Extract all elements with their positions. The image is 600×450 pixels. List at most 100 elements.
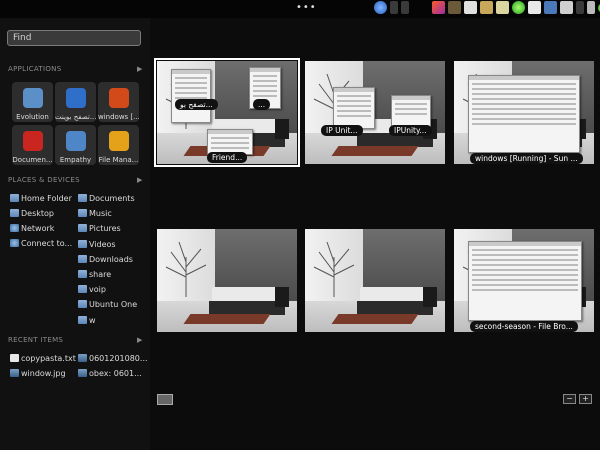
document-viewer-icon — [23, 131, 43, 151]
app-tile-0[interactable]: Evolution — [12, 82, 53, 122]
app-tile-label: Evolution — [16, 113, 49, 121]
paste-icon[interactable] — [464, 1, 477, 14]
recent-item[interactable]: window.jpg — [10, 368, 66, 379]
zoom-out-button[interactable]: − — [563, 394, 576, 404]
app-swirl-icon[interactable] — [374, 1, 387, 14]
folder-icon — [78, 209, 87, 218]
window-title-label[interactable]: IPUnity... — [389, 125, 432, 136]
place-item-label: Videos — [89, 239, 116, 249]
window-preview[interactable] — [391, 95, 431, 127]
image-file-icon — [78, 369, 87, 377]
place-item[interactable]: Connect to... — [10, 238, 72, 249]
network-green-icon[interactable] — [512, 1, 525, 14]
place-item-label: Home Folder — [21, 194, 72, 203]
chat-icon[interactable] — [576, 1, 584, 14]
place-item[interactable]: Ubuntu One — [78, 299, 137, 310]
text-file-icon — [10, 354, 19, 362]
image-icon[interactable] — [496, 1, 509, 14]
recent-item[interactable]: obex: 0601... — [78, 368, 142, 379]
place-item-label: share — [89, 270, 112, 279]
top-panel: ••• — [0, 0, 600, 18]
place-item[interactable]: share — [78, 269, 111, 280]
place-item[interactable]: Network — [10, 223, 54, 234]
app-tile-5[interactable]: File Mana... — [98, 125, 139, 165]
place-item-label: Downloads — [89, 254, 133, 264]
place-item-label: Documents — [89, 194, 135, 203]
recent-item-label: copypasta.txt — [21, 354, 76, 363]
place-item[interactable]: Home Folder — [10, 193, 72, 204]
workspace-thumbnail-4[interactable] — [157, 229, 297, 332]
bluetooth-icon[interactable] — [401, 1, 409, 14]
folder-icon — [10, 194, 19, 202]
window-preview[interactable] — [468, 241, 582, 321]
workspace-thumbnail-6[interactable]: second-season - File Bro... — [454, 229, 594, 332]
network-icon — [10, 239, 19, 247]
workspace-thumbnail-5[interactable] — [305, 229, 445, 332]
folder-icon — [78, 239, 87, 248]
window-title-label[interactable]: Friend... — [207, 152, 248, 163]
window-title-label[interactable]: IP Unit... — [321, 125, 363, 136]
window-title-label[interactable]: windows [Running] - Sun ... — [470, 153, 583, 164]
image-file-icon — [78, 354, 87, 362]
app-tile-4[interactable]: Empathy — [55, 125, 96, 165]
folder-icon — [78, 194, 87, 202]
app-tile-2[interactable]: windows [... — [98, 82, 139, 122]
recent-expand-icon[interactable]: ▶ — [137, 336, 142, 344]
folder-icon — [78, 224, 87, 233]
place-item[interactable]: Videos — [78, 239, 116, 250]
network-icon[interactable] — [560, 1, 573, 14]
place-item-label: Connect to... — [21, 239, 73, 248]
app-tile-label: File Mana... — [98, 156, 139, 164]
volume-icon[interactable] — [587, 1, 595, 14]
applications-expand-icon[interactable]: ▶ — [137, 65, 142, 73]
window-title-label[interactable]: ... — [253, 99, 271, 110]
zoom-in-button[interactable]: + — [579, 394, 592, 404]
place-item-label: w — [89, 315, 96, 325]
place-item[interactable]: Music — [78, 208, 112, 219]
app-tile-1[interactable]: تصفح بوينت... — [55, 82, 96, 122]
search-input[interactable] — [7, 30, 141, 46]
mail-icon[interactable] — [528, 1, 541, 14]
window-title-label[interactable]: تصفح بو... — [175, 99, 218, 110]
image-file-icon — [10, 369, 19, 377]
place-item-label: Desktop — [21, 209, 54, 218]
workspace-wallpaper — [305, 229, 445, 332]
folder-icon[interactable] — [480, 1, 493, 14]
monitor-icon[interactable] — [544, 1, 557, 14]
panel-menu-dots[interactable]: ••• — [296, 2, 317, 13]
folder-icon — [78, 300, 87, 309]
network-icon — [10, 224, 19, 232]
place-item[interactable]: Desktop — [10, 208, 54, 219]
recent-item-label: 0601201080... — [89, 354, 148, 363]
app-tile-3[interactable]: Documen... — [12, 125, 53, 165]
system-tray — [374, 1, 600, 14]
window-preview[interactable] — [468, 75, 580, 153]
recent-item-label: obex: 0601... — [89, 369, 142, 378]
place-item[interactable]: w — [78, 315, 96, 326]
place-item[interactable]: Documents — [78, 193, 135, 204]
pencil-icon[interactable] — [432, 1, 445, 14]
notes-icon[interactable] — [448, 1, 461, 14]
window-title-label[interactable]: second-season - File Bro... — [470, 321, 578, 332]
window-preview[interactable] — [333, 87, 375, 129]
window-preview[interactable] — [171, 69, 211, 123]
workspace-switcher-button[interactable] — [157, 394, 173, 405]
folder-icon — [10, 209, 19, 217]
place-item[interactable]: Downloads — [78, 254, 133, 265]
file-manager-icon — [109, 131, 129, 151]
workspace-thumbnail-1[interactable]: تصفح بو...... Friend... — [154, 58, 300, 167]
applet-icon[interactable] — [390, 1, 398, 14]
windows-xp-icon — [109, 88, 129, 108]
workspace-thumbnail-2[interactable]: IP Unit... IPUnity... — [305, 61, 445, 164]
place-item-label: voip — [89, 285, 106, 295]
place-item-label: Pictures — [89, 224, 121, 234]
places-header: PLACES & DEVICES — [8, 176, 80, 184]
recent-item[interactable]: copypasta.txt — [10, 353, 76, 364]
place-item[interactable]: voip — [78, 284, 106, 295]
folder-icon — [78, 254, 87, 263]
places-expand-icon[interactable]: ▶ — [137, 176, 142, 184]
empathy-icon — [66, 131, 86, 151]
workspace-thumbnail-3[interactable]: windows [Running] - Sun ... — [454, 61, 594, 164]
recent-item[interactable]: 0601201080... — [78, 353, 148, 364]
place-item[interactable]: Pictures — [78, 223, 121, 234]
